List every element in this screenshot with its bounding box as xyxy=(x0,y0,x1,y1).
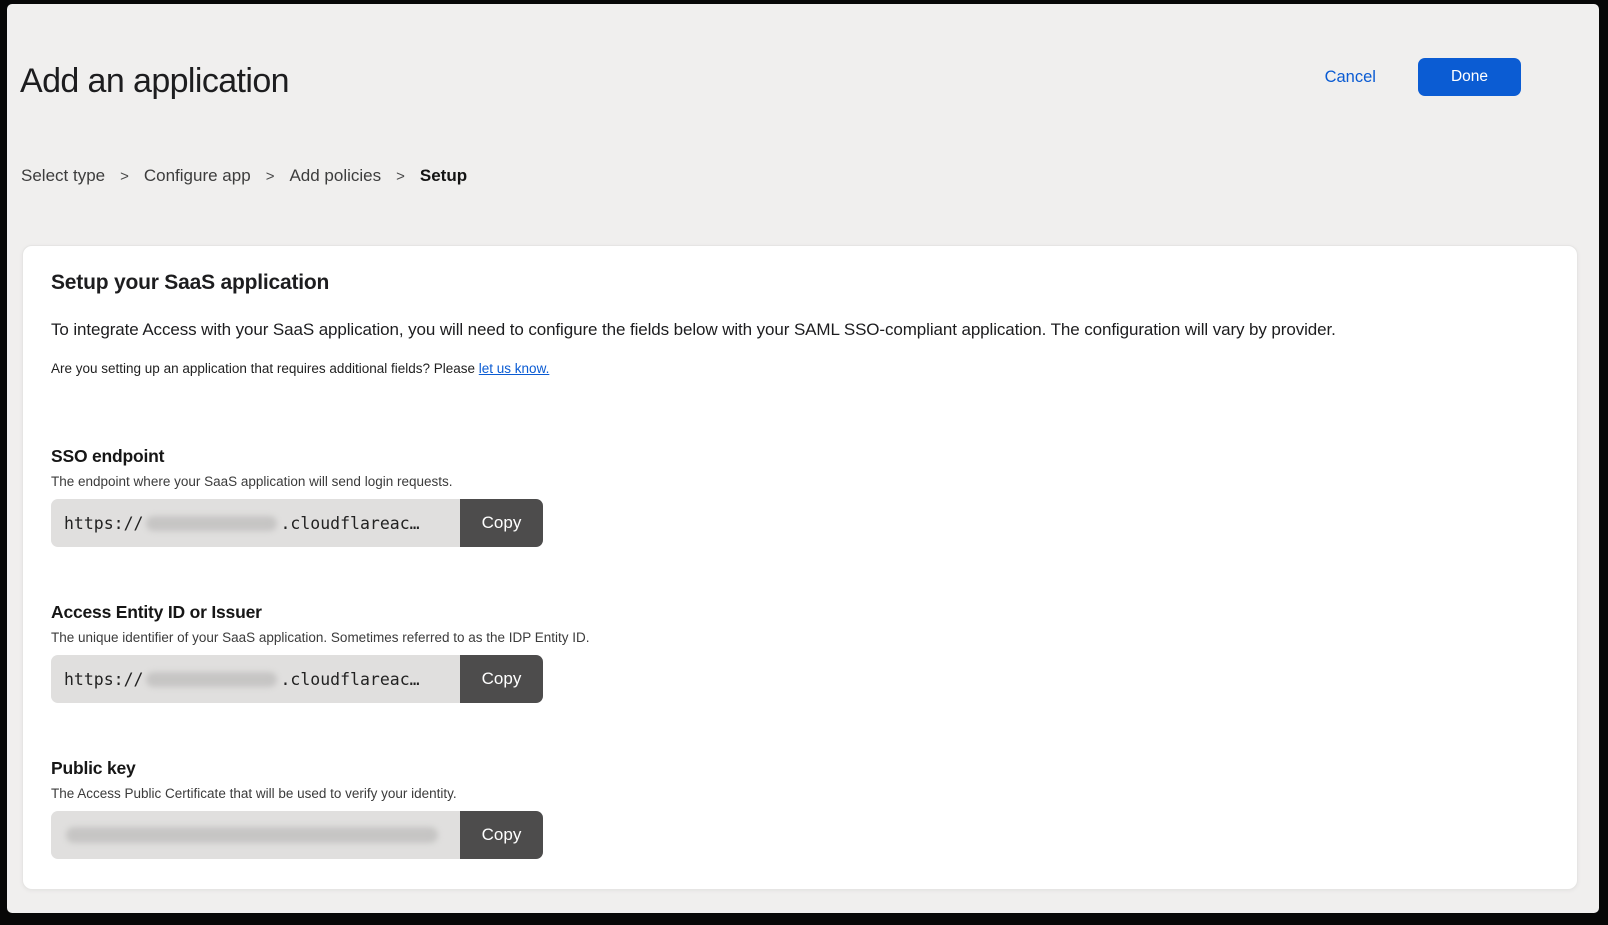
card-note: Are you setting up an application that r… xyxy=(51,361,1549,376)
sso-endpoint-label: SSO endpoint xyxy=(51,446,1549,467)
redacted-value-blur xyxy=(146,516,277,531)
breadcrumb-step-setup: Setup xyxy=(420,166,467,186)
entity-id-section: Access Entity ID or Issuer The unique id… xyxy=(51,602,1549,703)
header-actions: Cancel Done xyxy=(1325,58,1521,96)
sso-endpoint-description: The endpoint where your SaaS application… xyxy=(51,474,1549,489)
public-key-copy-button[interactable]: Copy xyxy=(460,811,543,859)
sso-endpoint-value: https:// .cloudflareac… xyxy=(51,499,460,547)
entity-id-value: https:// .cloudflareac… xyxy=(51,655,460,703)
sso-endpoint-field: https:// .cloudflareac… Copy xyxy=(51,499,543,547)
let-us-know-link[interactable]: let us know. xyxy=(479,361,550,376)
public-key-field: Copy xyxy=(51,811,543,859)
entity-id-description: The unique identifier of your SaaS appli… xyxy=(51,630,1549,645)
redacted-value-blur xyxy=(66,827,438,843)
sso-endpoint-copy-button[interactable]: Copy xyxy=(460,499,543,547)
public-key-description: The Access Public Certificate that will … xyxy=(51,786,1549,801)
page-title: Add an application xyxy=(20,62,289,101)
redacted-value-blur xyxy=(146,672,277,687)
done-button[interactable]: Done xyxy=(1418,58,1521,96)
public-key-label: Public key xyxy=(51,758,1549,779)
card-intro-text: To integrate Access with your SaaS appli… xyxy=(51,320,1549,340)
setup-card: Setup your SaaS application To integrate… xyxy=(22,245,1578,890)
breadcrumb-step-add-policies[interactable]: Add policies xyxy=(289,166,381,186)
breadcrumb-separator-icon: > xyxy=(396,168,405,185)
public-key-value xyxy=(51,811,460,859)
breadcrumb: Select type > Configure app > Add polici… xyxy=(21,166,467,186)
public-key-section: Public key The Access Public Certificate… xyxy=(51,758,1549,859)
cancel-button[interactable]: Cancel xyxy=(1325,68,1376,87)
sso-endpoint-value-prefix: https:// xyxy=(64,514,143,533)
sso-endpoint-section: SSO endpoint The endpoint where your Saa… xyxy=(51,446,1549,547)
entity-id-label: Access Entity ID or Issuer xyxy=(51,602,1549,623)
entity-id-copy-button[interactable]: Copy xyxy=(460,655,543,703)
sso-endpoint-value-suffix: .cloudflareac… xyxy=(280,514,419,533)
entity-id-field: https:// .cloudflareac… Copy xyxy=(51,655,543,703)
entity-id-value-prefix: https:// xyxy=(64,670,143,689)
breadcrumb-separator-icon: > xyxy=(266,168,275,185)
page: Add an application Cancel Done Select ty… xyxy=(7,4,1599,913)
card-heading: Setup your SaaS application xyxy=(51,271,1549,295)
breadcrumb-step-configure-app[interactable]: Configure app xyxy=(144,166,251,186)
breadcrumb-step-select-type[interactable]: Select type xyxy=(21,166,105,186)
card-note-text: Are you setting up an application that r… xyxy=(51,361,479,376)
entity-id-value-suffix: .cloudflareac… xyxy=(280,670,419,689)
breadcrumb-separator-icon: > xyxy=(120,168,129,185)
